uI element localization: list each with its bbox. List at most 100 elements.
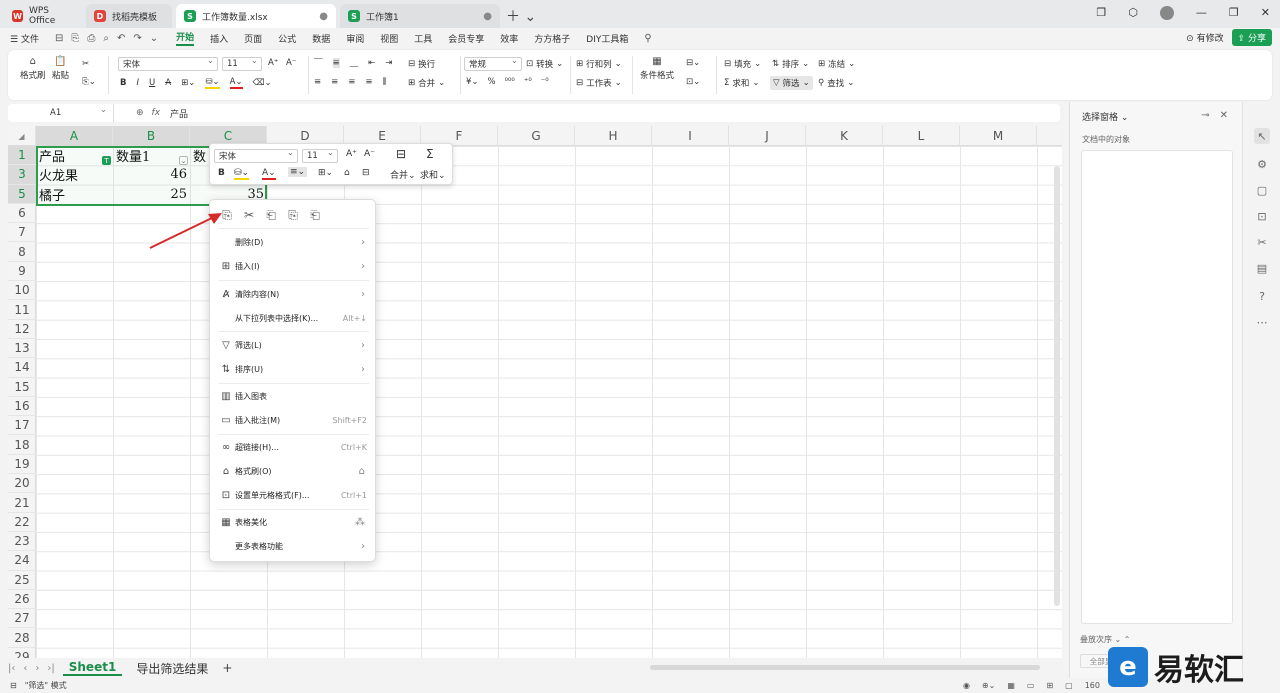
zoom-level[interactable]: 160: [1085, 681, 1100, 690]
row-header[interactable]: 24: [8, 551, 36, 571]
row-header[interactable]: 13: [8, 339, 36, 359]
context-sort[interactable]: ⇅ 排序(U) ›: [210, 358, 377, 380]
decrease-decimal-icon[interactable]: ⁻⁰: [541, 77, 549, 87]
undo-icon[interactable]: ↶: [117, 33, 125, 44]
cond-format-button[interactable]: ▦ 条件格式: [640, 56, 674, 81]
column-header-m[interactable]: M: [960, 126, 1037, 146]
column-header-h[interactable]: H: [575, 126, 652, 146]
row-header[interactable]: 25: [8, 571, 36, 590]
row-header[interactable]: 18: [8, 436, 36, 455]
context-format-painter[interactable]: ⌂ 格式刷(O) ⌂: [210, 460, 377, 482]
context-delete[interactable]: 删除(D) ›: [210, 231, 377, 253]
context-insert[interactable]: ⊞ 插入(I) ›: [210, 255, 377, 277]
font-select[interactable]: 宋体: [118, 56, 218, 71]
mini-border-icon[interactable]: ⊞⌄: [318, 168, 333, 178]
changes-indicator[interactable]: ⊙ 有修改: [1186, 31, 1223, 44]
row-header[interactable]: 9: [8, 262, 36, 282]
row-header[interactable]: 7: [8, 223, 36, 243]
context-pick-list[interactable]: 从下拉列表中选择(K)... Alt+↓: [210, 307, 377, 329]
eye-icon[interactable]: ◉: [963, 681, 970, 690]
align-middle-icon[interactable]: ≡: [332, 58, 340, 68]
context-format-cells[interactable]: ⊡ 设置单元格格式(F)... Ctrl+1: [210, 484, 377, 506]
merge-button[interactable]: ⊞ 合并 ⌄: [408, 77, 445, 89]
clear-format-icon[interactable]: ⌫⌄: [253, 78, 272, 88]
objects-list[interactable]: [1081, 150, 1233, 624]
highlight-icon[interactable]: ⛁⌄: [205, 77, 220, 89]
menu-review[interactable]: 审阅: [346, 32, 364, 45]
mini-sum-button[interactable]: 求和⌄: [420, 168, 446, 181]
row-header-3[interactable]: 3: [8, 165, 36, 185]
cell-style-icon[interactable]: ⊟⌄: [686, 58, 700, 68]
mini-font-select[interactable]: 宋体: [214, 148, 298, 163]
column-header-g[interactable]: G: [498, 126, 575, 146]
menu-diy[interactable]: DIY工具箱: [586, 32, 628, 45]
mini-shrink-icon[interactable]: A⁻: [364, 149, 375, 159]
last-sheet-icon[interactable]: ›|: [47, 663, 54, 674]
help-icon[interactable]: ?: [1254, 288, 1270, 304]
menu-page[interactable]: 页面: [244, 32, 262, 45]
menu-data[interactable]: 数据: [312, 32, 330, 45]
find-button[interactable]: ⚲ 查找 ⌄: [818, 77, 854, 89]
more-icon[interactable]: ⋯: [1254, 314, 1270, 330]
context-clear[interactable]: A̷ 清除内容(N) ›: [210, 283, 377, 305]
cut-icon[interactable]: ✂: [82, 59, 89, 69]
row-header[interactable]: 20: [8, 474, 36, 494]
menu-insert[interactable]: 插入: [210, 32, 228, 45]
adjust-icon[interactable]: ⚙: [1254, 156, 1270, 172]
next-sheet-icon[interactable]: ›: [35, 663, 39, 674]
menu-tools[interactable]: 工具: [414, 32, 432, 45]
formula-input[interactable]: 产品: [170, 107, 188, 120]
protect-icon[interactable]: ⊕⌄: [982, 681, 995, 690]
print-icon[interactable]: ⎙: [87, 33, 95, 44]
align-left-icon[interactable]: ≡: [314, 77, 321, 87]
tab-workbook1[interactable]: S 工作簿1 ●: [340, 4, 500, 28]
row-col-button[interactable]: ⊞ 行和列 ⌄: [576, 58, 622, 70]
spreadsheet-grid[interactable]: ◢ A B C D E F G H I J K L M 1 3 5 6 7 8 …: [8, 126, 1062, 658]
menu-view[interactable]: 视图: [380, 32, 398, 45]
mini-highlight-icon[interactable]: ⛁⌄: [234, 168, 250, 180]
sum-button[interactable]: Σ 求和 ⌄: [724, 77, 760, 89]
pane-title[interactable]: 选择窗格 ⌄: [1082, 110, 1128, 123]
wrap-button[interactable]: ⊟ 换行: [408, 58, 435, 70]
row-header[interactable]: 29: [8, 648, 36, 658]
share-button[interactable]: ⇪ 分享: [1231, 29, 1272, 46]
select-all-icon[interactable]: ◢: [8, 126, 36, 146]
align-top-icon[interactable]: ⎺: [314, 58, 323, 68]
paste-text-icon[interactable]: ⎘: [286, 208, 300, 223]
menu-file[interactable]: 文件: [21, 35, 39, 45]
add-sheet-icon[interactable]: +: [222, 661, 232, 675]
align-right-icon[interactable]: ≡: [348, 77, 355, 87]
row-header[interactable]: 11: [8, 300, 36, 320]
mini-merge-button[interactable]: 合并⌄: [390, 168, 416, 181]
tools-icon[interactable]: ✂: [1254, 234, 1270, 250]
mini-grow-icon[interactable]: A⁺: [346, 149, 357, 159]
row-header[interactable]: 10: [8, 281, 36, 301]
context-hyperlink[interactable]: ∞ 超链接(H)... Ctrl+K: [210, 436, 377, 458]
row-header-5[interactable]: 5: [8, 184, 36, 204]
format-painter-button[interactable]: ⌂ 格式刷: [20, 56, 46, 81]
row-header[interactable]: 28: [8, 629, 36, 648]
paste-values-icon[interactable]: ⎗: [308, 208, 322, 223]
read-view-icon[interactable]: ▢: [1065, 681, 1073, 690]
first-sheet-icon[interactable]: |‹: [8, 663, 15, 674]
row-header[interactable]: 14: [8, 358, 36, 378]
row-header-1[interactable]: 1: [8, 146, 36, 166]
break-view-icon[interactable]: ⊞: [1046, 681, 1053, 690]
row-header[interactable]: 15: [8, 378, 36, 397]
percent-icon[interactable]: %: [488, 77, 496, 87]
context-beautify[interactable]: ▦ 表格美化 ⁂: [210, 511, 377, 533]
close-icon[interactable]: ✕: [1220, 110, 1228, 121]
border-icon[interactable]: ⊞⌄: [181, 78, 195, 88]
worksheet-button[interactable]: ⊟ 工作表 ⌄: [576, 77, 622, 89]
row-header[interactable]: 23: [8, 532, 36, 552]
cube-icon[interactable]: ⬡: [1128, 6, 1138, 20]
pin-icon[interactable]: ⊸: [1201, 110, 1209, 121]
paste-button[interactable]: 📋 粘贴: [52, 56, 69, 81]
freeze-button[interactable]: ⊞ 冻结 ⌄: [818, 58, 855, 70]
mini-size-select[interactable]: 11: [302, 148, 338, 163]
mini-bold-icon[interactable]: B: [218, 168, 225, 178]
paste-icon[interactable]: ⎗: [264, 208, 278, 223]
font-color-icon[interactable]: A⌄: [229, 77, 243, 89]
row-header[interactable]: 6: [8, 204, 36, 224]
italic-icon[interactable]: I: [136, 78, 139, 88]
